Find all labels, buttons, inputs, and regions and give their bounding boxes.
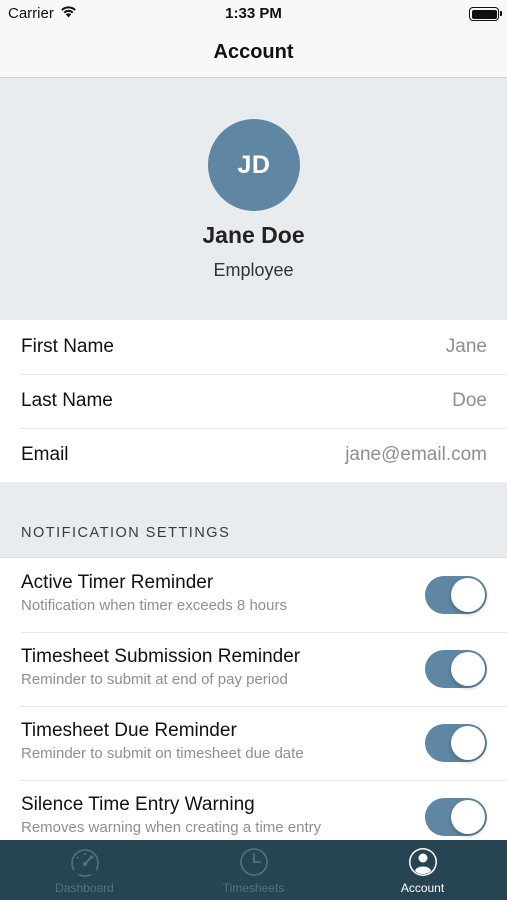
profile-role: Employee — [213, 260, 294, 280]
dashboard-icon — [68, 847, 102, 877]
toggle-knob — [451, 652, 485, 686]
battery-icon — [469, 7, 502, 21]
profile-name: Jane Doe — [202, 222, 305, 248]
toggle-knob — [451, 800, 485, 834]
email-value: jane@email.com — [345, 444, 487, 465]
account-icon — [406, 847, 440, 877]
tab-timesheets[interactable]: Timesheets — [169, 840, 338, 900]
notification-title: Silence Time Entry Warning — [21, 794, 255, 815]
email-row[interactable]: Email jane@email.com — [0, 428, 507, 482]
notification-subtitle: Removes warning when creating a time ent… — [21, 819, 322, 836]
notification-settings-list: Active Timer Reminder Notification when … — [0, 557, 507, 840]
tab-dashboard[interactable]: Dashboard — [0, 840, 169, 900]
avatar-initials: JD — [237, 150, 271, 179]
notification-subtitle: Reminder to submit on timesheet due date — [21, 745, 304, 762]
active-timer-toggle[interactable] — [425, 576, 487, 614]
tab-label: Account — [400, 881, 445, 895]
first-name-label: First Name — [21, 336, 114, 357]
status-bar: Carrier 1:33 PM — [0, 0, 507, 28]
last-name-row[interactable]: Last Name Doe — [0, 374, 507, 428]
notification-row-active-timer: Active Timer Reminder Notification when … — [0, 558, 507, 632]
first-name-row[interactable]: First Name Jane — [0, 320, 507, 374]
notification-title: Timesheet Due Reminder — [21, 720, 237, 741]
notification-subtitle: Reminder to submit at end of pay period — [21, 671, 288, 688]
profile-header: JD Jane Doe Employee — [0, 79, 507, 320]
page-title: Account — [213, 41, 294, 63]
toggle-knob — [451, 726, 485, 760]
notification-title: Active Timer Reminder — [21, 572, 214, 593]
tab-bar: Dashboard Timesheets Account — [0, 840, 507, 900]
first-name-value: Jane — [445, 336, 487, 357]
last-name-label: Last Name — [21, 390, 113, 411]
toggle-knob — [451, 578, 485, 612]
tab-label: Timesheets — [222, 881, 285, 895]
notification-settings-header: NOTIFICATION SETTINGS — [21, 525, 231, 541]
notification-title: Timesheet Submission Reminder — [21, 646, 301, 667]
notification-row-timesheet-submission: Timesheet Submission Reminder Reminder t… — [0, 632, 507, 706]
timesheet-submission-toggle[interactable] — [425, 650, 487, 688]
notification-subtitle: Notification when timer exceeds 8 hours — [21, 597, 287, 614]
status-time: 1:33 PM — [225, 5, 282, 22]
last-name-value: Doe — [452, 390, 487, 411]
nav-bar: Account — [0, 28, 507, 78]
silence-warning-toggle[interactable] — [425, 798, 487, 836]
email-label: Email — [21, 444, 69, 465]
notification-row-timesheet-due: Timesheet Due Reminder Reminder to submi… — [0, 706, 507, 780]
tab-account[interactable]: Account — [338, 840, 507, 900]
tab-label: Dashboard — [55, 881, 114, 895]
timesheet-due-toggle[interactable] — [425, 724, 487, 762]
clock-icon — [237, 847, 271, 877]
avatar: JD — [208, 119, 300, 211]
notification-row-silence-warning: Silence Time Entry Warning Removes warni… — [0, 780, 507, 840]
account-info-list: First Name Jane Last Name Doe Email jane… — [0, 320, 507, 482]
